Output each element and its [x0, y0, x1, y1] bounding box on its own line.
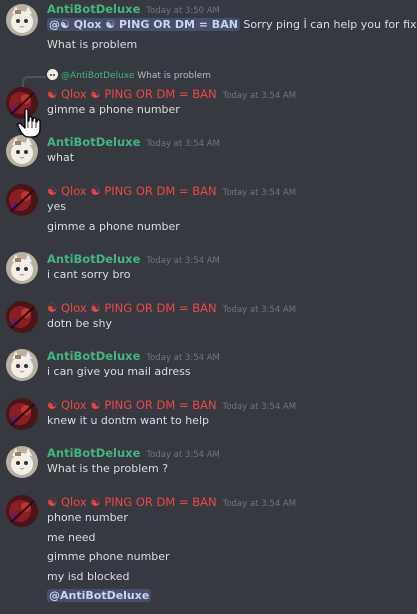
message-text: what [47, 151, 75, 164]
username[interactable]: AntiBotDeluxe Today at 3:54 AM [47, 135, 220, 149]
qlox-avatar-icon[interactable] [6, 495, 38, 527]
message-text: dotn be shy [47, 317, 112, 330]
username-text[interactable]: AntiBotDeluxe [47, 349, 140, 363]
timestamp: Today at 3:54 AM [146, 450, 220, 460]
username-text[interactable]: ☯ Qlox ☯ PING OR DM = BAN [47, 87, 217, 101]
message-text: What is problem [47, 38, 138, 51]
message-text: phone number [47, 511, 128, 524]
message-text: @AntiBotDeluxe [47, 589, 152, 602]
timestamp: Today at 3:54 AM [222, 188, 297, 198]
username[interactable]: AntiBotDeluxe Today at 3:54 AM [47, 446, 220, 460]
antibot-avatar-icon[interactable] [6, 252, 38, 284]
timestamp: Today at 3:54 AM [222, 305, 297, 315]
timestamp: Today at 3:54 AM [222, 402, 297, 412]
message-text: yes [47, 200, 67, 213]
username-text[interactable]: ☯ Qlox ☯ PING OR DM = BAN [47, 495, 217, 509]
username[interactable]: ☯ Qlox ☯ PING OR DM = BAN Today at 3:54 A… [47, 184, 296, 198]
message-text: me need [47, 531, 96, 544]
username[interactable]: AntiBotDeluxe Today at 3:54 AM [47, 349, 220, 363]
hand-pointer-icon [17, 108, 41, 138]
username[interactable]: AntiBotDeluxe Today at 3:50 AM [47, 2, 220, 16]
username-text[interactable]: AntiBotDeluxe [47, 2, 140, 16]
timestamp: Today at 3:54 AM [146, 353, 220, 363]
timestamp: Today at 3:50 AM [146, 6, 220, 16]
username-text[interactable]: AntiBotDeluxe [47, 135, 140, 149]
message-text: my isd blocked [47, 570, 130, 583]
message-text: knew it u dontm want to help [47, 414, 209, 427]
reply-connector [22, 76, 46, 87]
username[interactable]: ☯ Qlox ☯ PING OR DM = BAN Today at 3:54 A… [47, 301, 296, 315]
reply-avatar-icon [47, 69, 58, 80]
message-text: gimme a phone number [47, 220, 180, 233]
user-mention[interactable]: @☯ Qlox ☯ PING OR DM = BAN [47, 18, 240, 31]
qlox-avatar-icon[interactable] [6, 398, 38, 430]
username-text[interactable]: ☯ Qlox ☯ PING OR DM = BAN [47, 398, 217, 412]
qlox-avatar-icon[interactable] [6, 184, 38, 216]
message-text: gimme phone number [47, 550, 170, 563]
timestamp: Today at 3:54 AM [146, 139, 220, 149]
username-text[interactable]: AntiBotDeluxe [47, 252, 140, 266]
reply-username[interactable]: @AntiBotDeluxe [61, 71, 134, 81]
timestamp: Today at 3:54 AM [222, 499, 297, 509]
antibot-avatar-icon[interactable] [6, 446, 38, 478]
user-mention[interactable]: @AntiBotDeluxe [47, 589, 152, 602]
username[interactable]: ☯ Qlox ☯ PING OR DM = BAN Today at 3:54 A… [47, 398, 296, 412]
timestamp: Today at 3:54 AM [222, 91, 297, 101]
message-text: i can give you mail adress [47, 365, 191, 378]
username-text[interactable]: AntiBotDeluxe [47, 446, 140, 460]
antibot-avatar-icon[interactable] [6, 135, 38, 167]
username-text[interactable]: ☯ Qlox ☯ PING OR DM = BAN [47, 184, 217, 198]
username[interactable]: AntiBotDeluxe Today at 3:54 AM [47, 252, 220, 266]
antibot-avatar-icon[interactable] [6, 349, 38, 381]
message-text: gimme a phone number [47, 103, 180, 116]
timestamp: Today at 3:54 AM [146, 256, 220, 266]
username[interactable]: ☯ Qlox ☯ PING OR DM = BAN Today at 3:54 A… [47, 87, 296, 101]
antibot-avatar-icon[interactable] [6, 4, 38, 36]
message-text: @☯ Qlox ☯ PING OR DM = BAN Sorry ping İ … [47, 18, 417, 31]
chat-message-list: AntiBotDeluxe Today at 3:50 AM @☯ Qlox ☯ … [0, 0, 417, 614]
reply-text: What is problem [137, 71, 212, 81]
message-fragment: Sorry ping İ can help you for fix [239, 18, 417, 31]
message-text: i cant sorry bro [47, 268, 131, 281]
qlox-avatar-icon[interactable] [6, 301, 38, 333]
message-text: What is the problem ? [47, 462, 169, 475]
username-text[interactable]: ☯ Qlox ☯ PING OR DM = BAN [47, 301, 217, 315]
username[interactable]: ☯ Qlox ☯ PING OR DM = BAN Today at 3:54 A… [47, 495, 296, 509]
reply-preview[interactable]: @AntiBotDeluxe What is problem [47, 69, 211, 81]
